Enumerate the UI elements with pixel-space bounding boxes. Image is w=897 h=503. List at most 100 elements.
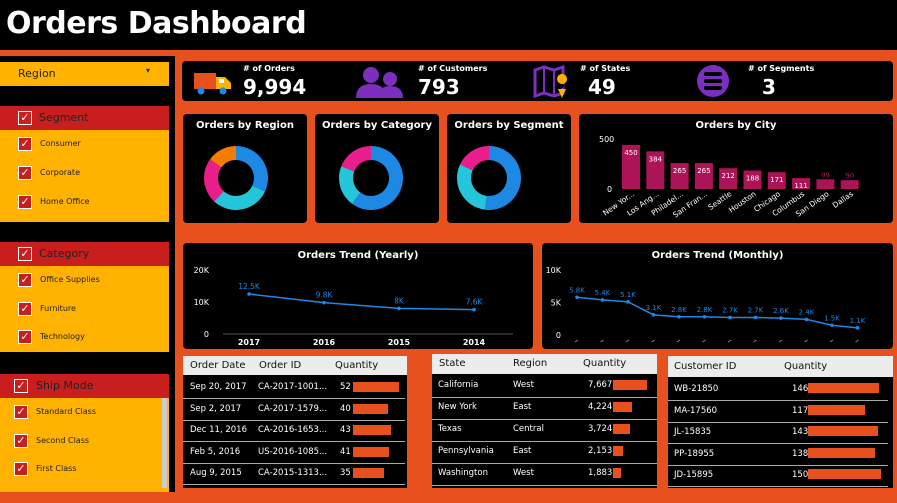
column-header[interactable]: Region	[513, 358, 547, 369]
data-point[interactable]	[247, 292, 251, 296]
table-row[interactable]: MA-17560 117	[668, 402, 893, 423]
quantity-bar	[613, 446, 623, 456]
column-header[interactable]: Customer ID	[674, 361, 736, 372]
data-label: 1.1K	[850, 317, 866, 325]
customer-id-cell: JD-15895	[674, 470, 714, 480]
quantity-bar	[353, 403, 389, 414]
data-point[interactable]	[626, 300, 630, 304]
series-line[interactable]	[248, 293, 475, 311]
table-row[interactable]: JD-15895 150	[668, 466, 893, 487]
orders-by-category-donut[interactable]	[337, 144, 405, 212]
scrollbar[interactable]	[162, 398, 167, 488]
data-point[interactable]	[322, 300, 326, 305]
x-tick-mark	[574, 339, 579, 343]
column-header[interactable]: Order Date	[190, 360, 246, 371]
table-row[interactable]: Aug 9, 2015 CA-2015-1313... 35	[183, 464, 407, 485]
column-header[interactable]: Order ID	[259, 360, 301, 371]
data-label: 5.8K	[569, 286, 585, 294]
table-row[interactable]: Pennsylvania East 2,153	[432, 442, 657, 464]
donut-slice[interactable]	[484, 146, 521, 210]
orders-trend-monthly-chart[interactable]: 10K 5K 0 5.8K 5.4K 5.1K 3.1K 2.8K 2.8K 2.7K 2.7K 2.…	[542, 243, 893, 349]
x-tick-mark	[727, 339, 732, 343]
table-row[interactable]: California West 7,667	[432, 376, 657, 398]
orders-by-city-chart[interactable]: 5000450New Yor...384Los Ang...265Philade…	[579, 114, 893, 223]
data-point[interactable]	[651, 313, 656, 317]
table-row[interactable]: Dec 11, 2016 CA-2016-1653... 43	[183, 421, 407, 442]
checkbox-label: Home Office	[40, 197, 90, 206]
kpi-bar: # of Orders 9,994 # of Customers 793 # o…	[182, 61, 893, 101]
table-row[interactable]: JL-15835 143	[668, 423, 893, 444]
orders-by-region-donut[interactable]	[202, 144, 270, 212]
map-pin-icon	[533, 64, 568, 99]
region-dropdown[interactable]: Region ▾	[0, 62, 169, 86]
checkbox[interactable]: ✓	[18, 302, 32, 316]
category-select-all-checkbox[interactable]: ✓	[18, 247, 32, 261]
ship-mode-select-all-checkbox[interactable]: ✓	[14, 379, 28, 393]
checkbox[interactable]: ✓	[14, 405, 28, 419]
x-tick-mark	[753, 339, 757, 343]
page-title: Orders Dashboard	[6, 6, 307, 41]
table-row[interactable]: Sep 20, 2017 CA-2017-1001... 52	[183, 378, 407, 399]
checkbox[interactable]: ✓	[14, 434, 28, 448]
data-point[interactable]	[702, 315, 707, 319]
state-cell: Texas	[438, 424, 462, 434]
donut-slice[interactable]	[236, 146, 268, 192]
region-cell: East	[513, 402, 532, 412]
checkbox[interactable]: ✓	[18, 195, 32, 209]
data-point[interactable]	[600, 298, 605, 302]
data-point[interactable]	[804, 317, 809, 322]
segment-filter-header[interactable]: ✓ Segment	[0, 106, 169, 130]
y-tick-label: 0	[556, 331, 561, 340]
ship-mode-filter-header[interactable]: ✓ Ship Mode	[0, 374, 169, 398]
x-tick-mark	[829, 339, 834, 343]
region-cell: Central	[513, 424, 544, 434]
table-row[interactable]: PP-18955 138	[668, 445, 893, 466]
table-row[interactable]: Texas Central 3,724	[432, 420, 657, 442]
data-point[interactable]	[677, 315, 681, 319]
data-point[interactable]	[779, 316, 783, 320]
bar[interactable]	[840, 180, 859, 189]
table-row[interactable]: New York East 4,224	[432, 398, 657, 420]
data-point[interactable]	[753, 315, 758, 320]
quantity-cell: 1,883	[588, 468, 613, 478]
column-header[interactable]: Quantity	[784, 361, 827, 372]
orders-by-region-card: Orders by Region	[183, 114, 307, 223]
kpi-states-value: 49	[588, 75, 616, 99]
donut-slice[interactable]	[457, 164, 487, 210]
table-row[interactable]: Washington West 1,883	[432, 464, 657, 486]
data-point[interactable]	[397, 306, 401, 311]
checkbox-label: Corporate	[40, 168, 80, 177]
checkbox[interactable]: ✓	[18, 330, 32, 344]
y-tick-label: 20K	[194, 266, 210, 275]
data-label: 188	[746, 175, 759, 183]
state-cell: Pennsylvania	[438, 446, 494, 456]
column-header[interactable]: State	[439, 358, 465, 369]
data-point[interactable]	[728, 315, 732, 320]
checkbox[interactable]: ✓	[18, 137, 32, 151]
table-row[interactable]: Sep 2, 2017 CA-2017-1579... 40	[183, 400, 407, 421]
column-header[interactable]: Quantity	[335, 360, 378, 371]
table-row[interactable]: WB-21850 146	[668, 380, 893, 401]
checkbox[interactable]: ✓	[18, 273, 32, 287]
checkbox-label: Furniture	[40, 304, 76, 313]
checkbox[interactable]: ✓	[18, 166, 32, 180]
y-tick-label: 0	[607, 185, 612, 194]
segment-select-all-checkbox[interactable]: ✓	[18, 111, 32, 125]
data-point[interactable]	[855, 326, 860, 330]
table-row[interactable]: Feb 5, 2016 US-2016-1085... 41	[183, 443, 407, 464]
donut-slice[interactable]	[341, 146, 371, 172]
orders-by-segment-donut[interactable]	[455, 144, 523, 212]
x-tick-label: 2016	[313, 338, 336, 347]
data-point[interactable]	[830, 323, 834, 328]
data-point[interactable]	[472, 307, 476, 312]
series-line[interactable]	[576, 296, 858, 329]
orders-trend-yearly-chart[interactable]: 20K 10K 0 12.5K 2017 9.8K 2016 8K 2015 7.6K 2014	[183, 243, 533, 349]
quantity-bar	[808, 447, 876, 458]
category-filter-header[interactable]: ✓ Category	[0, 242, 169, 266]
checkbox[interactable]: ✓	[14, 462, 28, 476]
orders-by-segment-card: Orders by Segment	[447, 114, 571, 223]
bar[interactable]	[816, 179, 835, 189]
x-tick-mark	[651, 339, 655, 343]
data-point[interactable]	[575, 295, 579, 300]
column-header[interactable]: Quantity	[583, 358, 626, 369]
